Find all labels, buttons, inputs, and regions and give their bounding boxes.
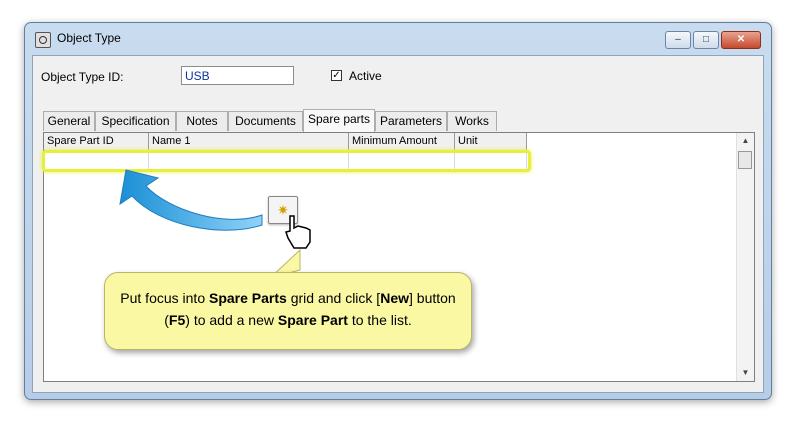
callout-text: Put focus into bbox=[120, 290, 209, 306]
callout-bold: Spare Part bbox=[277, 312, 348, 328]
callout-text: ) to add a new bbox=[185, 312, 278, 328]
callout-text: to the list. bbox=[347, 312, 412, 328]
pointer-arrow-icon bbox=[119, 169, 301, 279]
tab-spare-parts[interactable]: Spare parts bbox=[303, 109, 375, 132]
instruction-callout: Put focus into Spare Parts grid and clic… bbox=[104, 272, 472, 350]
callout-text: grid and click [ bbox=[286, 290, 381, 306]
callout-bold: F5 bbox=[168, 312, 186, 328]
callout-bold: New bbox=[380, 290, 409, 306]
callout-bold: Spare Parts bbox=[209, 290, 287, 306]
hand-cursor-icon bbox=[285, 215, 311, 249]
